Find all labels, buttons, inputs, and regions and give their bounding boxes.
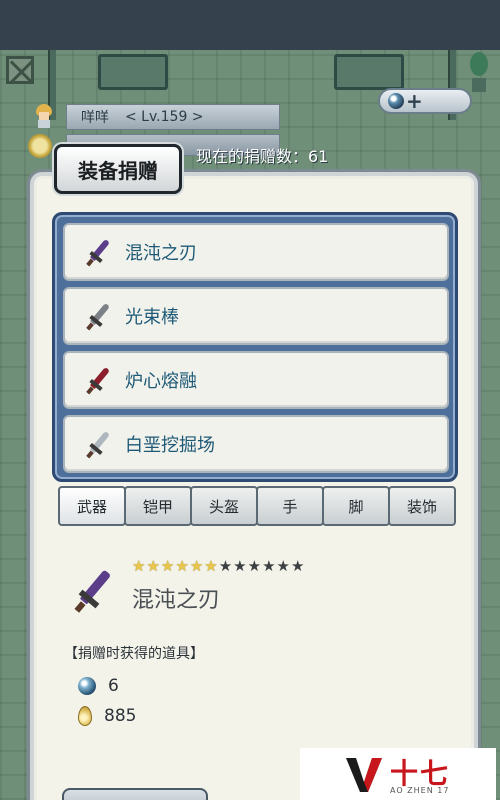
plant-decoration — [468, 52, 490, 92]
tab-weapon[interactable]: 武器 — [58, 486, 126, 526]
star-empty-icon: ★ — [276, 557, 290, 575]
rarity-stars: ★ ★ ★ ★ ★ ★ ★ ★ ★ ★ ★ ★ — [132, 558, 304, 574]
watermark-subtext: AO ZHEN 17 — [390, 786, 450, 795]
panel-title: 装备捐赠 — [54, 144, 182, 194]
list-item-meltdown[interactable]: 炉心熔融 — [63, 351, 449, 409]
watermark-logo-icon — [346, 758, 382, 792]
crate-decoration — [6, 56, 34, 84]
reward-row: 885 — [78, 706, 136, 726]
star-filled-icon: ★ — [132, 557, 146, 575]
weapon-name: 炉心熔融 — [125, 371, 197, 392]
star-filled-icon: ★ — [189, 557, 204, 575]
tab-accessory[interactable]: 装饰 — [388, 486, 456, 526]
weapon-name: 混沌之刃 — [125, 243, 197, 264]
plus-icon: + — [406, 89, 423, 113]
watermark: 十七 AO ZHEN 17 — [300, 748, 496, 800]
reward-amount: 885 — [104, 706, 137, 726]
spear-icon — [85, 430, 113, 459]
star-empty-icon: ★ — [290, 557, 305, 575]
add-gems-button[interactable]: + — [378, 88, 472, 114]
rewards-heading: 【捐赠时获得的道具】 — [64, 646, 204, 662]
sword-icon — [85, 302, 113, 331]
tab-helmet[interactable]: 头盔 — [190, 486, 258, 526]
weapon-list: 混沌之刃 光束棒 炉心熔融 白垩挖掘场 — [52, 212, 458, 482]
category-tabs: 武器 铠甲 头盔 手 脚 装饰 — [58, 486, 456, 526]
selected-sword-icon — [72, 568, 116, 613]
player-name: 咩咩 — [81, 110, 109, 126]
weapon-name: 白垩挖掘场 — [125, 435, 215, 456]
player-level: < Lv.159 > — [125, 109, 204, 125]
donate-button[interactable] — [62, 788, 208, 800]
tab-hand[interactable]: 手 — [256, 486, 324, 526]
star-filled-icon: ★ — [175, 557, 189, 575]
tab-foot[interactable]: 脚 — [322, 486, 390, 526]
drop-icon — [78, 706, 92, 726]
orb-icon — [78, 677, 96, 695]
star-empty-icon: ★ — [247, 557, 262, 575]
list-item-beam-rod[interactable]: 光束棒 — [63, 287, 449, 345]
bench-decoration — [98, 54, 168, 90]
star-empty-icon: ★ — [233, 557, 247, 575]
tab-armor[interactable]: 铠甲 — [124, 486, 192, 526]
star-empty-icon: ★ — [218, 557, 233, 575]
selected-item-name: 混沌之刃 — [132, 588, 221, 613]
gem-icon — [388, 93, 404, 109]
bench-decoration — [334, 54, 404, 90]
weapon-name: 光束棒 — [125, 307, 179, 328]
star-filled-icon: ★ — [146, 557, 160, 575]
list-item-chalk-quarry[interactable]: 白垩挖掘场 — [63, 415, 449, 473]
star-filled-icon: ★ — [204, 557, 218, 575]
donation-count: 现在的捐赠数：61 — [196, 147, 329, 166]
sword-icon — [85, 238, 113, 267]
top-status-strip — [0, 0, 500, 50]
sword-icon — [85, 366, 113, 395]
star-empty-icon: ★ — [262, 557, 276, 575]
reward-row: 6 — [78, 676, 119, 696]
medal-icon[interactable] — [28, 134, 52, 158]
reward-amount: 6 — [108, 676, 119, 696]
star-filled-icon: ★ — [160, 557, 175, 575]
player-info-bar: 咩咩 < Lv.159 > — [66, 104, 280, 130]
list-item-chaos-blade[interactable]: 混沌之刃 — [63, 223, 449, 281]
player-avatar[interactable] — [34, 104, 54, 128]
